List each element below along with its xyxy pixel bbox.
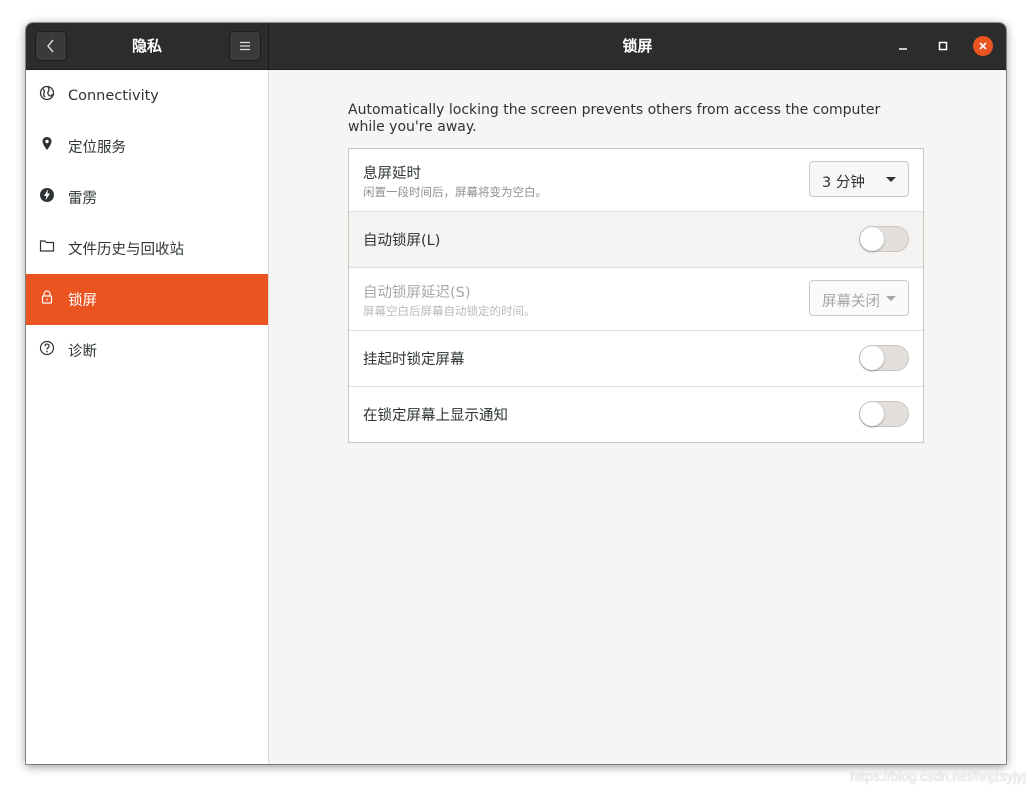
sidebar-item-diagnostics[interactable]: 诊断 [26, 325, 268, 376]
sidebar-item-label: 文件历史与回收站 [68, 242, 184, 258]
maximize-button[interactable] [933, 36, 953, 56]
menu-button[interactable] [229, 31, 261, 61]
sidebar-item-label: 定位服务 [68, 140, 126, 156]
toggle-knob [860, 402, 884, 426]
row-title: 自动锁屏(L) [363, 233, 441, 249]
sidebar: Connectivity 定位服务 雷雳 文件历史与回收站 锁屏 诊断 [26, 70, 269, 764]
dropdown-value: 3 分钟 [822, 175, 865, 191]
sidebar-item-label: 锁屏 [68, 293, 97, 309]
minimize-icon [899, 48, 907, 50]
minimize-button[interactable] [893, 36, 913, 56]
sidebar-item-lock-screen[interactable]: 锁屏 [26, 274, 268, 325]
back-button[interactable] [35, 31, 67, 61]
blank-screen-delay-dropdown[interactable]: 3 分钟 [809, 161, 909, 197]
automatic-lock-toggle[interactable] [859, 226, 909, 252]
folder-icon [39, 238, 55, 254]
settings-list: 息屏延时 闲置一段时间后，屏幕将变为空白。 3 分钟 自动锁屏(L) 自动锁屏延… [348, 148, 924, 443]
description-text: Automatically locking the screen prevent… [348, 102, 881, 135]
sidebar-item-connectivity[interactable]: Connectivity [26, 70, 268, 121]
row-title: 自动锁屏延迟(S) [363, 285, 471, 301]
chevron-left-icon [47, 39, 54, 53]
question-icon [39, 340, 55, 356]
sidebar-item-location[interactable]: 定位服务 [26, 121, 268, 172]
sidebar-title: 隐私 [131, 37, 162, 55]
row-subtitle: 闲置一段时间后，屏幕将变为空白。 [363, 185, 547, 199]
auto-lock-delay-row: 自动锁屏延迟(S) 屏幕空白后屏幕自动锁定的时间。 屏幕关闭 [349, 268, 923, 331]
lock-on-suspend-row[interactable]: 挂起时锁定屏幕 [349, 331, 923, 387]
hamburger-icon [240, 41, 250, 51]
globe-icon [39, 85, 55, 101]
headerbar: 隐私 锁屏 [26, 23, 1006, 70]
watermark: https://blog.csdn.net/hnjzsyjyj [850, 769, 1026, 784]
dropdown-arrow-icon [886, 296, 896, 301]
lock-screen-notifications-toggle[interactable] [859, 401, 909, 427]
settings-window: 隐私 锁屏 Connectivity 定位服务 雷雳 文件历史与回收站 锁屏 诊… [26, 23, 1006, 764]
toggle-knob [860, 346, 884, 370]
thunderbolt-icon [39, 187, 55, 203]
automatic-lock-row[interactable]: 自动锁屏(L) [349, 212, 923, 268]
close-icon [979, 42, 987, 50]
row-title: 在锁定屏幕上显示通知 [363, 408, 508, 424]
sidebar-header: 隐私 [26, 23, 269, 69]
sidebar-item-file-history[interactable]: 文件历史与回收站 [26, 223, 268, 274]
blank-screen-delay-row: 息屏延时 闲置一段时间后，屏幕将变为空白。 3 分钟 [349, 149, 923, 212]
toggle-knob [860, 227, 884, 251]
sidebar-item-thunderbolt[interactable]: 雷雳 [26, 172, 268, 223]
sidebar-item-label: 诊断 [68, 344, 97, 360]
maximize-icon [938, 41, 948, 51]
lock-on-suspend-toggle[interactable] [859, 345, 909, 371]
row-title: 息屏延时 [363, 166, 421, 182]
auto-lock-delay-dropdown: 屏幕关闭 [809, 280, 909, 316]
lock-screen-panel: Automatically locking the screen prevent… [269, 70, 1006, 764]
row-subtitle: 屏幕空白后屏幕自动锁定的时间。 [363, 304, 536, 318]
location-pin-icon [39, 136, 55, 152]
lock-screen-notifications-row[interactable]: 在锁定屏幕上显示通知 [349, 387, 923, 442]
sidebar-item-label: Connectivity [68, 87, 159, 104]
row-title: 挂起时锁定屏幕 [363, 352, 465, 368]
dropdown-arrow-icon [886, 177, 896, 182]
lock-icon [39, 289, 55, 305]
dropdown-value: 屏幕关闭 [822, 294, 880, 310]
sidebar-item-label: 雷雳 [68, 191, 97, 207]
close-button[interactable] [973, 36, 993, 56]
